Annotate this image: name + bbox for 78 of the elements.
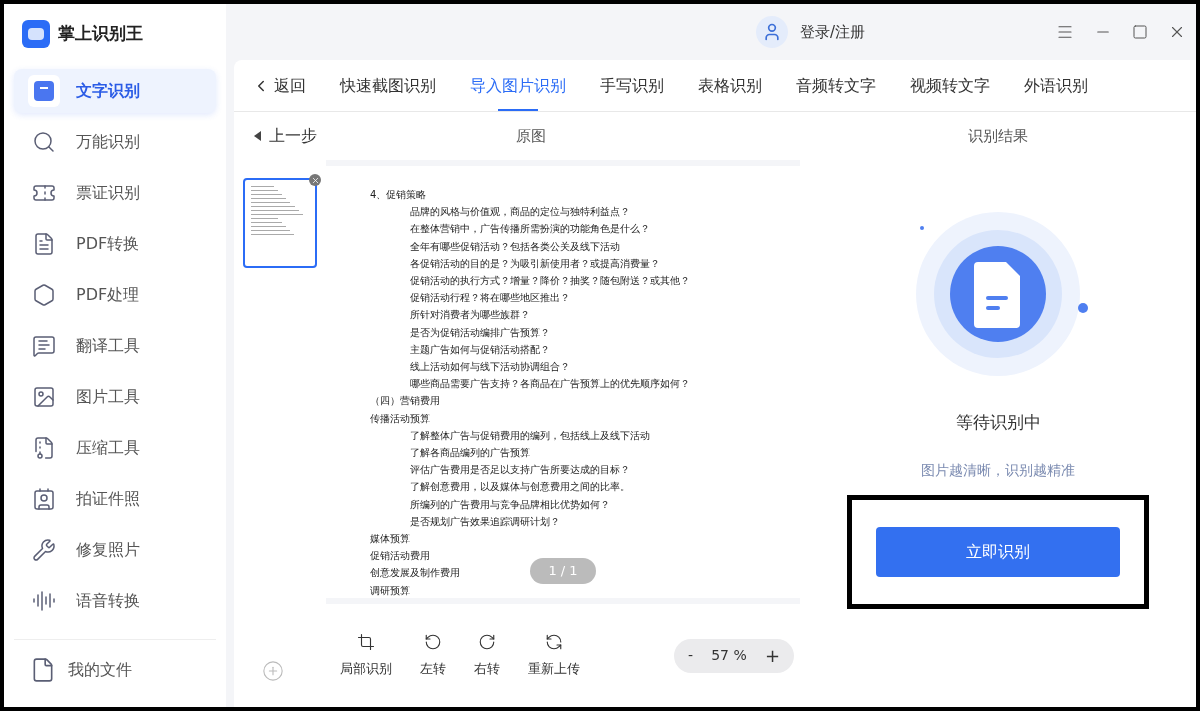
document-line: 传播活动预算: [370, 411, 430, 426]
page-indicator: 1 / 1: [530, 558, 596, 584]
sidebar-item[interactable]: 图片工具: [14, 375, 216, 419]
status-text: 等待识别中: [955, 411, 1041, 434]
archive-icon: [32, 436, 56, 460]
app-logo-icon: [22, 20, 50, 48]
sidebar-item[interactable]: 压缩工具: [14, 426, 216, 470]
tab[interactable]: 视频转文字: [910, 60, 990, 111]
toolbar-button[interactable]: 重新上传: [528, 632, 580, 679]
tab[interactable]: 导入图片识别: [470, 60, 566, 111]
document-line: 促销活动的执行方式？增量？降价？抽奖？随包附送？或其他？: [410, 274, 690, 288]
toolbar-button[interactable]: 右转: [474, 632, 500, 679]
document-line: 在整体营销中，广告传播所需扮演的功能角色是什么？: [410, 222, 650, 237]
refresh-icon: [545, 632, 563, 651]
document-line: 促销活动费用: [370, 549, 430, 564]
sidebar-item[interactable]: PDF转换: [14, 222, 216, 266]
document-line: 创意发展及制作费用: [370, 566, 460, 581]
document-line: 是否规划广告效果追踪调研计划？: [410, 514, 560, 529]
zoom-in-button[interactable]: +: [764, 642, 780, 669]
document-line: 评估广告费用是否足以支持广告所要达成的目标？: [410, 463, 630, 478]
document-line: 线上活动如何与线下活动协调组合？: [410, 360, 570, 375]
sidebar-item[interactable]: 票证识别: [14, 171, 216, 215]
document-line: 了解创意费用，以及媒体与创意费用之间的比率。: [410, 480, 630, 495]
id-card-icon: [32, 487, 56, 511]
toolbar-button[interactable]: 左转: [420, 632, 446, 679]
zoom-value: 57 %: [711, 646, 747, 665]
document-line: 了解整体广告与促销费用的编列，包括线上及线下活动: [410, 428, 650, 443]
rotate-left-icon: [424, 632, 442, 651]
hexagon-icon: [32, 283, 56, 307]
sidebar-item[interactable]: 万能识别: [14, 120, 216, 164]
hint-text: 图片越清晰，识别越精准: [921, 460, 1075, 480]
my-files-link[interactable]: 我的文件: [68, 657, 132, 682]
tab[interactable]: 手写识别: [600, 60, 664, 111]
sidebar-item[interactable]: 翻译工具: [14, 324, 216, 368]
zoom-out-button[interactable]: -: [688, 645, 694, 666]
wrench-icon: [32, 538, 56, 562]
sidebar-item[interactable]: PDF处理: [14, 273, 216, 317]
document-line: 品牌的风格与价值观，商品的定位与独特利益点？: [410, 205, 630, 220]
message-icon: [32, 334, 56, 358]
tab[interactable]: 表格识别: [698, 60, 762, 111]
app-name: 掌上识别王: [58, 22, 143, 46]
menu-icon[interactable]: [1056, 23, 1074, 41]
sound-wave-icon: [32, 589, 56, 613]
document-line: 4、促销策略: [370, 188, 427, 202]
document-line: 调研预算: [370, 583, 410, 598]
document-line: 所针对消费者为哪些族群？: [410, 308, 530, 323]
avatar-icon[interactable]: [756, 16, 788, 48]
tab[interactable]: 外语识别: [1024, 60, 1088, 111]
sidebar-item[interactable]: 语音转换: [14, 579, 216, 623]
image-icon: [32, 385, 56, 409]
recognize-button[interactable]: 立即识别: [876, 526, 1120, 577]
crop-icon: [357, 632, 375, 651]
result-heading: 识别结果: [968, 125, 1028, 147]
document-line: 哪些商品需要广告支持？各商品在广告预算上的优先顺序如何？: [410, 377, 690, 392]
document-line: 是否为促销活动编排广告预算？: [410, 325, 550, 340]
toolbar-button[interactable]: 局部识别: [340, 632, 392, 679]
document-line: 全年有哪些促销活动？包括各类公关及线下活动: [410, 239, 620, 254]
maximize-icon[interactable]: [1132, 24, 1148, 40]
original-image-heading: 原图: [516, 125, 546, 147]
sidebar-item[interactable]: 文字识别: [14, 69, 216, 113]
document-line: 各促销活动的目的是？为吸引新使用者？或提高消费量？: [410, 256, 660, 271]
rotate-right-icon: [478, 632, 496, 651]
sidebar-item[interactable]: 修复照片: [14, 528, 216, 572]
login-link[interactable]: 登录/注册: [800, 20, 866, 44]
tab[interactable]: 音频转文字: [796, 60, 876, 111]
document-line: 了解各商品编列的广告预算: [410, 446, 530, 461]
document-line: （四）营销费用: [370, 394, 440, 409]
back-button[interactable]: 返回: [252, 60, 306, 111]
document-icon: [32, 232, 56, 256]
document-line: 所编列的广告费用与竞争品牌相比优势如何？: [410, 497, 610, 512]
search-icon: [32, 130, 56, 154]
document-line: 主题广告如何与促销活动搭配？: [410, 342, 550, 357]
remove-icon[interactable]: [309, 174, 321, 186]
tab[interactable]: 快速截图识别: [340, 60, 436, 111]
sidebar-item[interactable]: 拍证件照: [14, 477, 216, 521]
previous-step-button[interactable]: 上一步: [234, 124, 326, 148]
document-line: 促销活动行程？将在哪些地区推出？: [410, 291, 570, 306]
document-line: 媒体预算: [370, 532, 410, 547]
